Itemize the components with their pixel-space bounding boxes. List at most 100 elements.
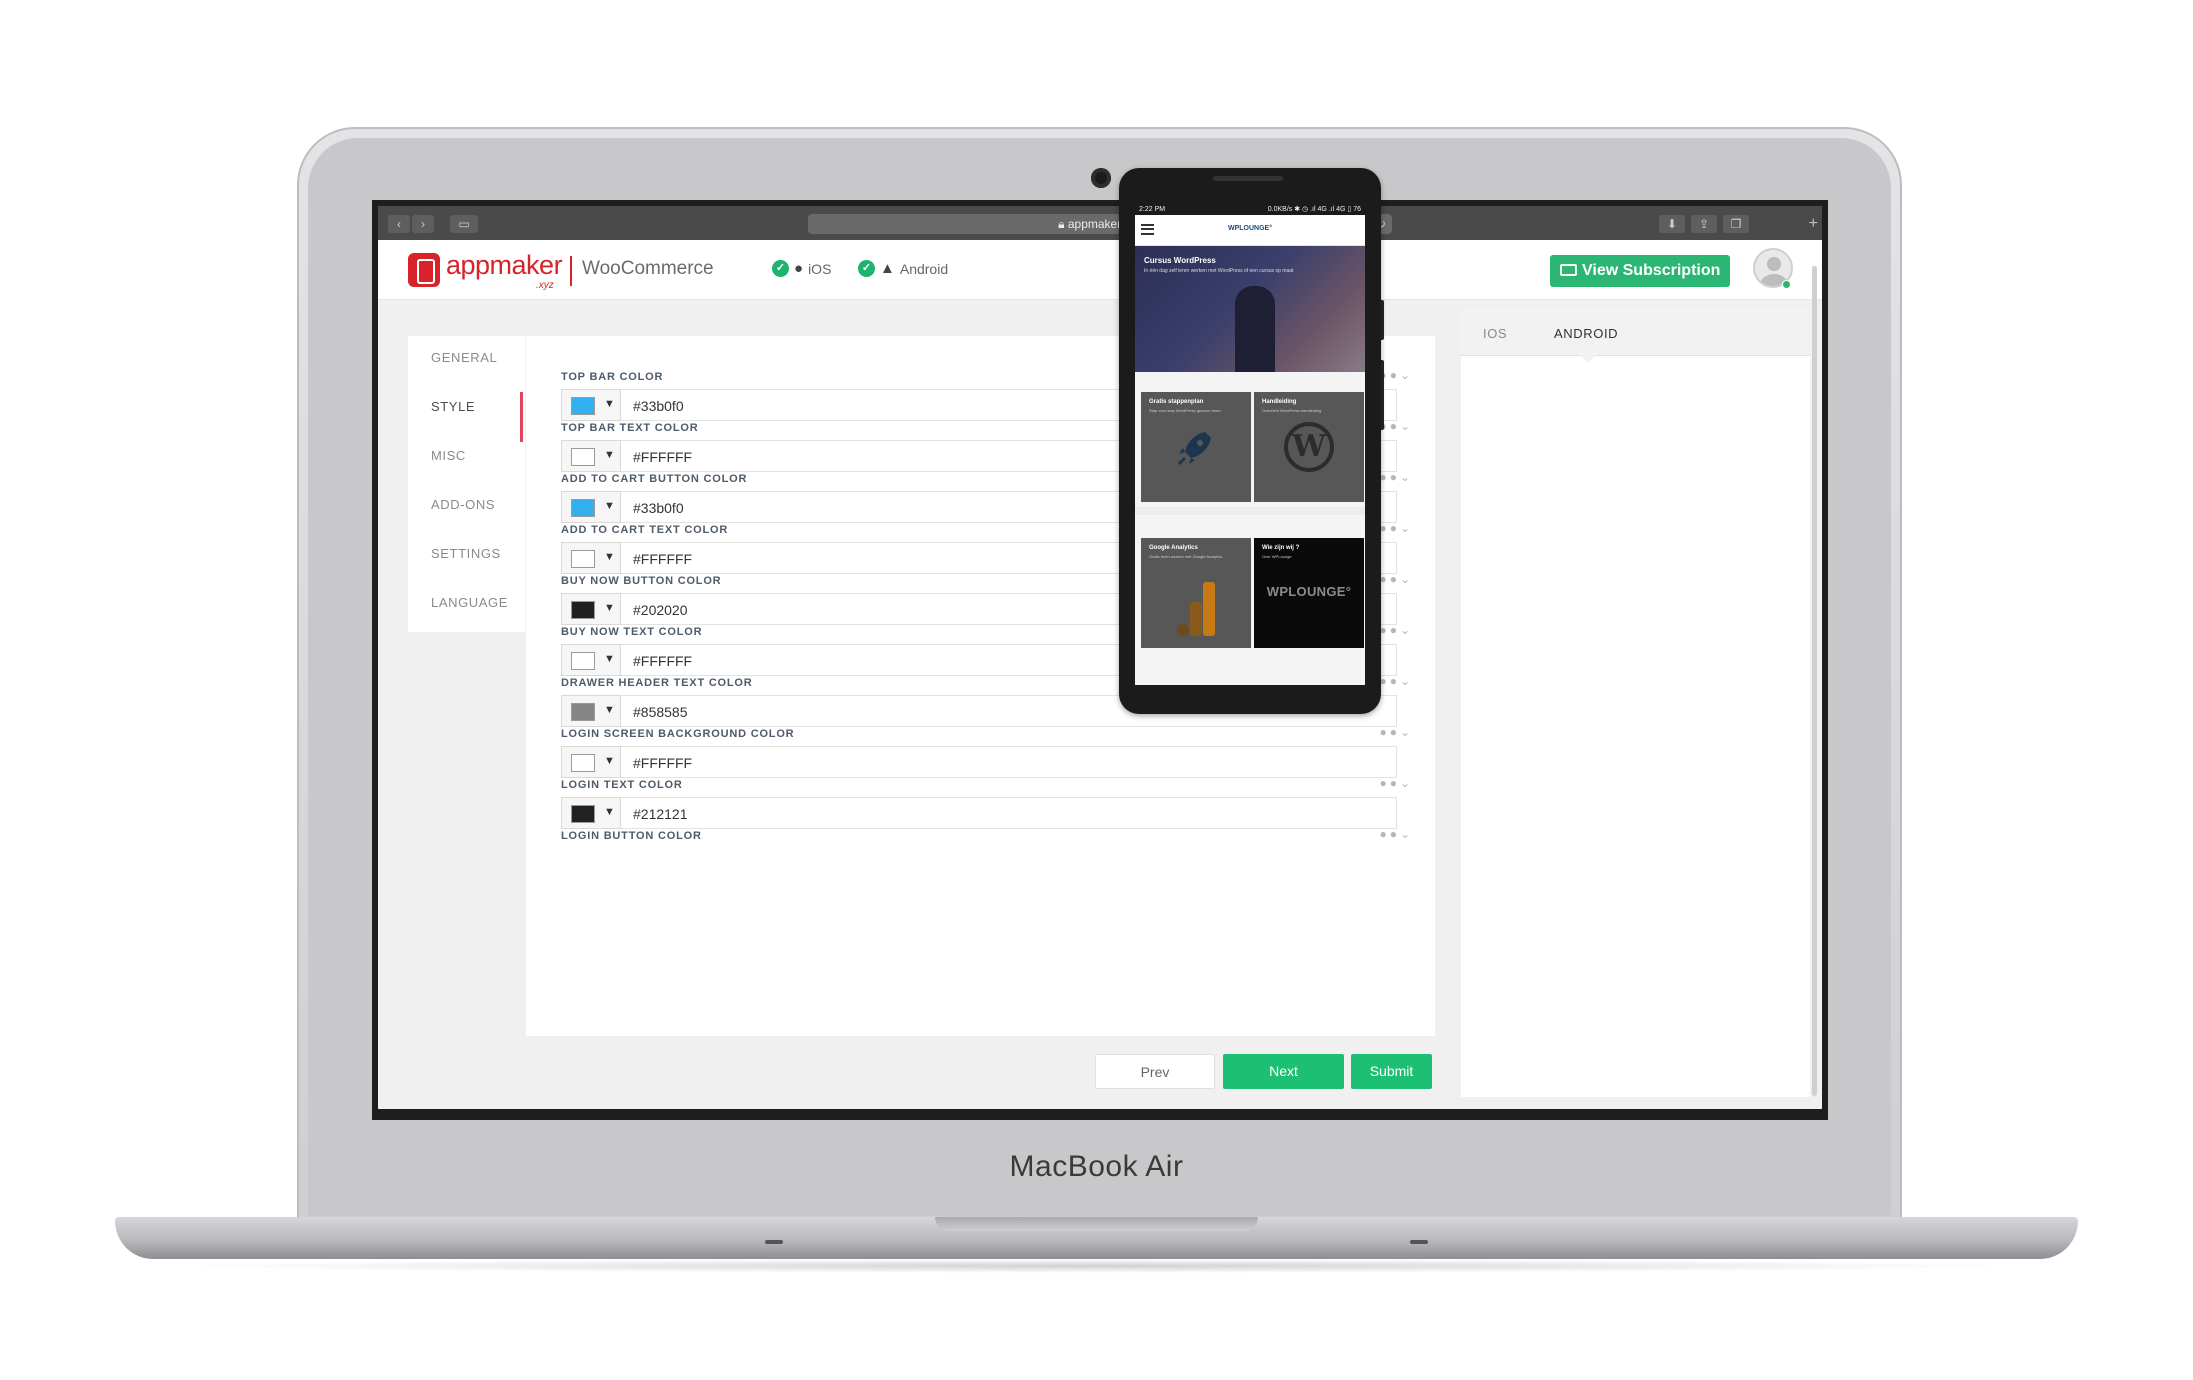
phone-side-button [1381, 360, 1384, 430]
credit-card-icon [1560, 264, 1577, 276]
nav-active-indicator [520, 392, 523, 442]
chevron-down-icon[interactable]: ⌄ [1400, 419, 1410, 433]
color-swatch [571, 703, 595, 721]
field-platform-icons: ●●⌄ [1379, 572, 1410, 586]
page-scrollbar[interactable] [1812, 266, 1817, 1096]
field-label: DRAWER HEADER TEXT COLOR [561, 677, 753, 689]
rocket-icon [1177, 432, 1211, 466]
color-picker-button[interactable]: ▼ [561, 491, 621, 523]
app-header: appmaker .xyz WooCommerce ✓ ● iOS ✓ ▲ An… [378, 240, 1822, 300]
color-value-input[interactable]: #FFFFFF [621, 746, 1397, 778]
caret-down-icon: ▼ [604, 704, 615, 716]
field-label: ADD TO CART TEXT COLOR [561, 524, 729, 536]
phone-speaker [1213, 176, 1283, 181]
tabs-icon[interactable]: ❐ [1723, 215, 1749, 233]
color-picker-button[interactable]: ▼ [561, 695, 621, 727]
back-icon[interactable]: ‹ [388, 215, 410, 233]
nav-item-add-ons[interactable]: ADD-ONS [431, 497, 495, 512]
color-swatch [571, 754, 595, 772]
tile-subtitle: Stap voor stap WordPress gewoon leren [1149, 408, 1221, 413]
phone-tile-google-analytics: Google Analytics Gratis leren werken met… [1141, 538, 1251, 648]
check-icon: ✓ [772, 260, 789, 277]
color-swatch [571, 652, 595, 670]
color-picker-button[interactable]: ▼ [561, 644, 621, 676]
color-swatch [571, 499, 595, 517]
color-value-input[interactable]: #212121 [621, 797, 1397, 829]
share-icon[interactable]: ⇪ [1691, 215, 1717, 233]
nav-item-language[interactable]: LANGUAGE [431, 595, 508, 610]
caret-down-icon: ▼ [604, 806, 615, 818]
phone-tile-wie-zijn-wij: Wie zijn wij ? Over WPLounge WPLOUNGE° [1254, 538, 1364, 648]
next-button[interactable]: Next [1223, 1054, 1344, 1089]
view-subscription-button[interactable]: View Subscription [1550, 255, 1730, 287]
appmaker-logo-icon [408, 253, 440, 287]
lock-icon: 🔒︎ [1058, 217, 1065, 231]
field-label: BUY NOW TEXT COLOR [561, 626, 703, 638]
color-picker-button[interactable]: ▼ [561, 440, 621, 472]
logo-text: appmaker [446, 250, 563, 280]
phone-tile-handleiding: Handleiding Overzicht WordPress handleid… [1254, 392, 1364, 502]
chevron-down-icon[interactable]: ⌄ [1400, 368, 1410, 382]
field-platform-icons: ●●⌄ [1379, 725, 1410, 739]
color-picker-button[interactable]: ▼ [561, 797, 621, 829]
chevron-down-icon[interactable]: ⌄ [1400, 827, 1410, 841]
color-picker-button[interactable]: ▼ [561, 542, 621, 574]
field-platform-icons: ●●⌄ [1379, 470, 1410, 484]
chevron-down-icon[interactable]: ⌄ [1400, 521, 1410, 535]
new-tab-icon[interactable]: + [1809, 216, 1818, 232]
apple-icon: ● [1389, 725, 1397, 739]
nav-item-settings[interactable]: SETTINGS [431, 546, 501, 561]
phone-side-button [1381, 300, 1384, 340]
field-label: LOGIN TEXT COLOR [561, 779, 683, 791]
color-swatch [571, 805, 595, 823]
tile-title: Gratis stappenplan [1149, 399, 1204, 405]
nav-item-style[interactable]: STYLE [431, 399, 475, 414]
forward-icon[interactable]: › [412, 215, 434, 233]
field-label: TOP BAR TEXT COLOR [561, 422, 699, 434]
phone-app-logo: WPLOUNGE° [1227, 225, 1273, 232]
hero-subtitle: In één dag zelf leren werken met WordPre… [1144, 268, 1294, 274]
tile-subtitle: Overzicht WordPress handleiding [1262, 408, 1322, 413]
submit-button[interactable]: Submit [1351, 1054, 1432, 1089]
screen: ‹ › ▭ 🔒︎ appmaker.xyz ↻ ⬇ ⇪ ❐ + appmaker… [378, 206, 1822, 1109]
nav-item-misc[interactable]: MISC [431, 448, 466, 463]
tab-android[interactable]: ANDROID [1554, 326, 1618, 341]
header-divider [570, 256, 572, 286]
color-swatch [571, 448, 595, 466]
chevron-down-icon[interactable]: ⌄ [1400, 674, 1410, 688]
field-label: BUY NOW BUTTON COLOR [561, 575, 722, 587]
caret-down-icon: ▼ [604, 551, 615, 563]
tile-subtitle: Over WPLounge [1262, 554, 1292, 559]
color-picker-button[interactable]: ▼ [561, 593, 621, 625]
chevron-down-icon[interactable]: ⌄ [1400, 572, 1410, 586]
field-label: LOGIN BUTTON COLOR [561, 830, 702, 842]
color-picker-button[interactable]: ▼ [561, 746, 621, 778]
android-label: Android [899, 260, 949, 277]
color-swatch [571, 601, 595, 619]
chevron-down-icon[interactable]: ⌄ [1400, 623, 1410, 637]
tab-ios[interactable]: IOS [1483, 326, 1507, 341]
download-icon[interactable]: ⬇ [1659, 215, 1685, 233]
caret-down-icon: ▼ [604, 755, 615, 767]
android-icon: ▲ [880, 260, 895, 277]
ios-status: ✓ ● iOS [772, 260, 831, 277]
apple-icon: ● [1389, 368, 1397, 382]
apple-icon: ● [1389, 827, 1397, 841]
laptop-shadow [160, 1259, 2033, 1273]
tile-subtitle: Gratis leren werken met Google Analytics [1149, 554, 1223, 559]
active-tab-pointer [1579, 354, 1597, 363]
android-icon: ● [1379, 776, 1387, 790]
chevron-down-icon[interactable]: ⌄ [1400, 725, 1410, 739]
android-icon: ● [1379, 725, 1387, 739]
chevron-down-icon[interactable]: ⌄ [1400, 776, 1410, 790]
phone-hero-banner: Cursus WordPress In één dag zelf leren w… [1135, 246, 1365, 372]
color-picker-button[interactable]: ▼ [561, 389, 621, 421]
laptop-foot [1410, 1240, 1428, 1244]
laptop-brand: MacBook Air [1009, 1150, 1184, 1183]
chevron-down-icon[interactable]: ⌄ [1400, 470, 1410, 484]
nav-item-general[interactable]: GENERAL [431, 350, 497, 365]
sidebar-icon[interactable]: ▭ [450, 215, 478, 233]
prev-button[interactable]: Prev [1095, 1054, 1215, 1089]
field-platform-icons: ●●⌄ [1379, 623, 1410, 637]
settings-nav: GENERAL STYLE MISC ADD-ONS SETTINGS LANG… [408, 336, 525, 632]
